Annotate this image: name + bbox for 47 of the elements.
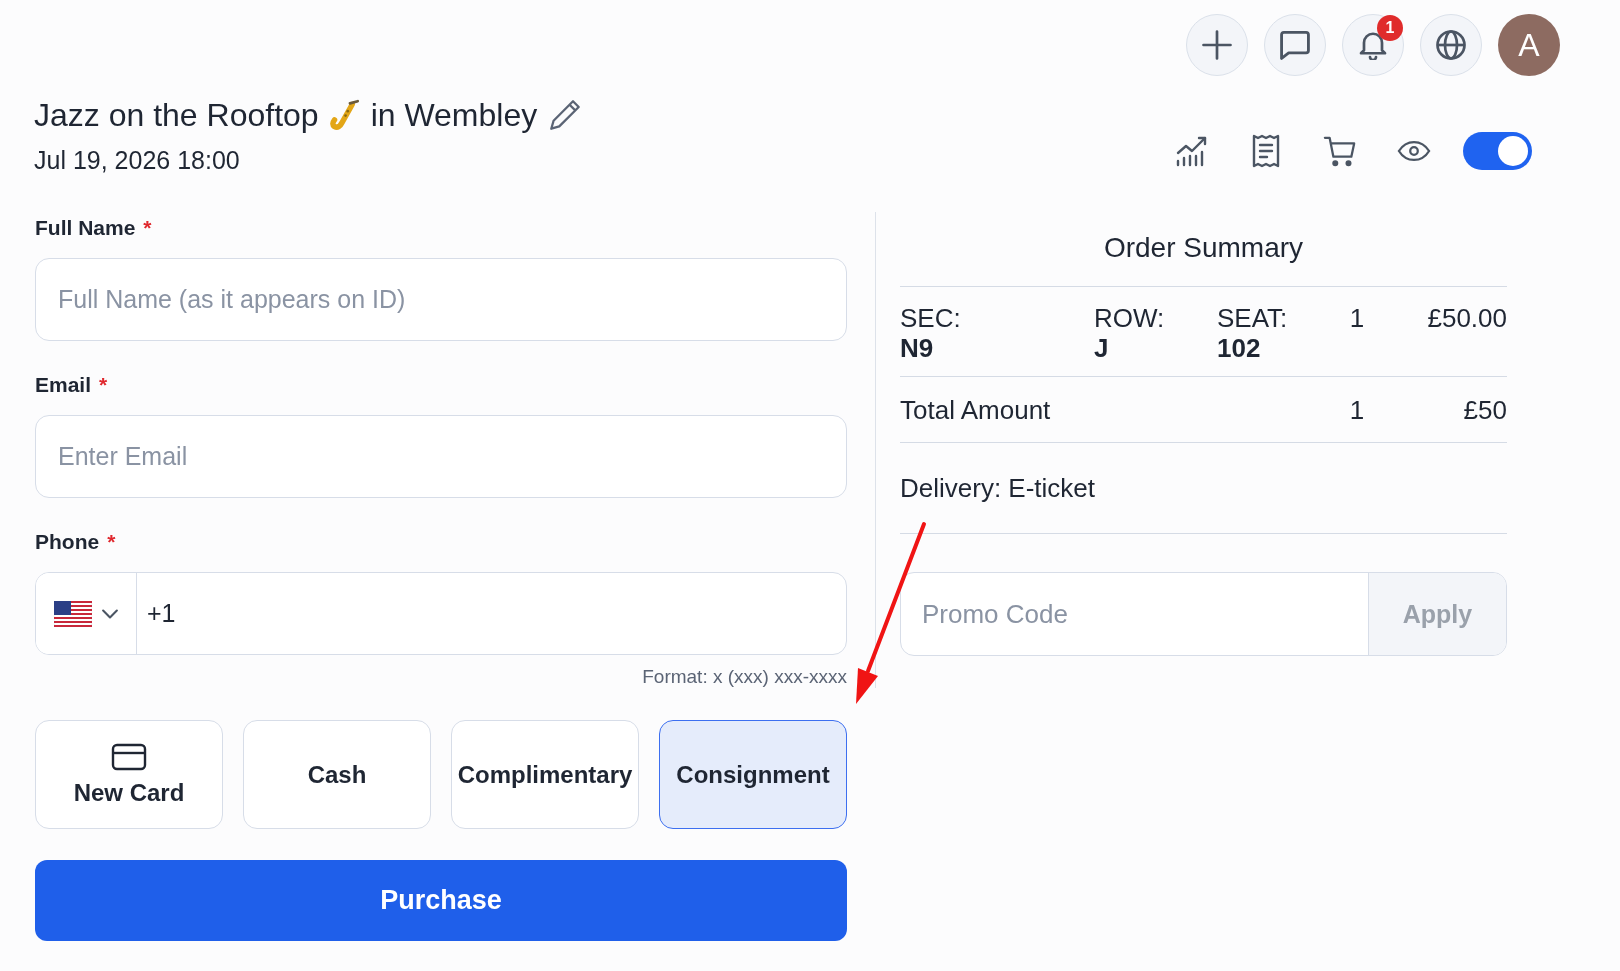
- notifications-button[interactable]: 1: [1342, 14, 1404, 76]
- seat-label: SEAT:: [1217, 303, 1289, 333]
- ticket-quantity: 1: [1348, 303, 1366, 333]
- saxophone-icon: [328, 99, 361, 131]
- bell-icon: [1358, 30, 1388, 60]
- required-mark: *: [143, 215, 152, 241]
- section-value: N9: [900, 333, 935, 363]
- ticket-price: £50.00: [1426, 303, 1507, 333]
- row-value: J: [1094, 333, 1110, 363]
- chat-bubble-icon: [1280, 30, 1310, 60]
- seat-value: 102: [1217, 333, 1262, 363]
- payment-method-button[interactable]: Complimentary: [451, 720, 639, 829]
- order-summary-title: Order Summary: [1103, 231, 1304, 265]
- pencil-icon[interactable]: [549, 99, 582, 131]
- globe-icon: [1436, 30, 1466, 60]
- payment-method-button[interactable]: Consignment: [659, 720, 847, 829]
- delivery-text: Delivery: E-ticket: [900, 473, 1096, 503]
- required-mark: *: [99, 372, 108, 398]
- purchase-button[interactable]: Purchase: [35, 860, 847, 941]
- plus-icon: [1202, 30, 1232, 60]
- chevron-down-icon: [102, 608, 118, 619]
- section-label: SEC:: [900, 303, 962, 333]
- visibility-toggle[interactable]: [1463, 132, 1532, 170]
- event-location: in Wembley: [370, 96, 538, 134]
- total-amount: £50: [1462, 395, 1507, 425]
- total-label: Total Amount: [900, 395, 1051, 425]
- credit-card-icon: [111, 742, 147, 771]
- cart-icon[interactable]: [1323, 134, 1357, 168]
- total-quantity: 1: [1348, 395, 1366, 425]
- chart-icon[interactable]: [1175, 134, 1209, 168]
- field-label: Phone: [35, 529, 100, 555]
- text-input[interactable]: Full Name (as it appears on ID): [35, 258, 847, 341]
- row-label: ROW:: [1094, 303, 1166, 333]
- field-label: Full Name: [35, 215, 136, 241]
- text-input[interactable]: Enter Email: [35, 415, 847, 498]
- country-selector[interactable]: [36, 573, 137, 654]
- payment-method-button[interactable]: Cash: [243, 720, 431, 829]
- event-date: Jul 19, 2026 18:00: [34, 145, 240, 175]
- format-hint: Format: x (xxx) xxx-xxxx: [642, 665, 847, 689]
- notification-badge: 1: [1377, 15, 1403, 41]
- required-mark: *: [107, 529, 116, 555]
- promo-code-input[interactable]: Promo Code: [901, 573, 1368, 655]
- field-label: Email: [35, 372, 92, 398]
- flag-icon: [54, 600, 92, 627]
- event-title: Jazz on the Rooftop: [34, 96, 319, 134]
- user-avatar[interactable]: A: [1498, 14, 1560, 76]
- payment-method-button[interactable]: New Card: [35, 720, 223, 829]
